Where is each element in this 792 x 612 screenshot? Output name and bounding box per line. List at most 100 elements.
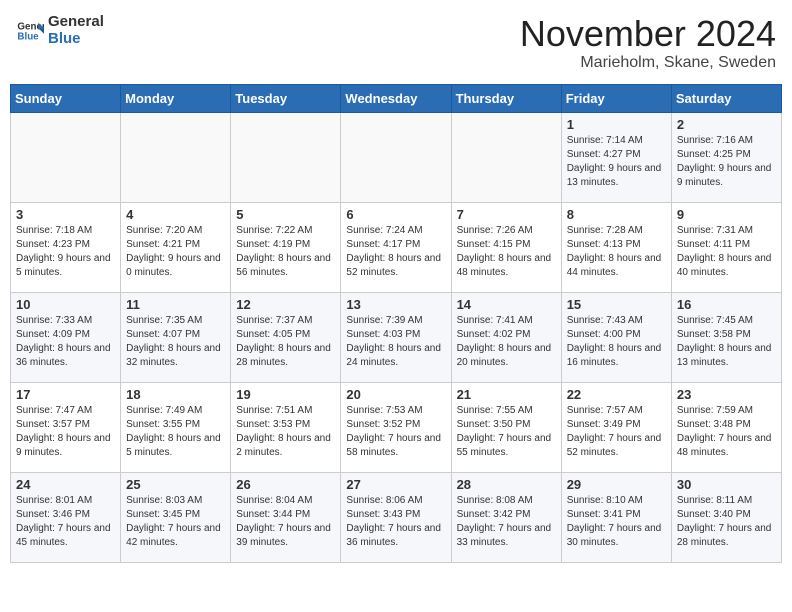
calendar-cell [231,112,341,202]
day-number: 16 [677,297,776,312]
weekday-header-wednesday: Wednesday [341,84,451,112]
day-number: 12 [236,297,335,312]
location-subtitle: Marieholm, Skane, Sweden [520,54,776,72]
day-info: Sunrise: 7:22 AMSunset: 4:19 PMDaylight:… [236,224,335,280]
logo: General Blue General Blue [16,14,104,47]
day-info: Sunrise: 7:51 AMSunset: 3:53 PMDaylight:… [236,404,335,460]
calendar-cell: 1 Sunrise: 7:14 AMSunset: 4:27 PMDaylight… [561,112,671,202]
day-info: Sunrise: 7:41 AMSunset: 4:02 PMDaylight:… [457,314,556,370]
day-info: Sunrise: 7:37 AMSunset: 4:05 PMDaylight:… [236,314,335,370]
calendar-cell: 19Sunrise: 7:51 AMSunset: 3:53 PMDayligh… [231,382,341,472]
day-number: 14 [457,297,556,312]
calendar-cell: 6 Sunrise: 7:24 AMSunset: 4:17 PMDaylight… [341,202,451,292]
weekday-header-sunday: Sunday [11,84,121,112]
day-info: Sunrise: 7:55 AMSunset: 3:50 PMDaylight:… [457,404,556,460]
calendar-cell: 28Sunrise: 8:08 AMSunset: 3:42 PMDayligh… [451,472,561,562]
calendar-cell: 7 Sunrise: 7:26 AMSunset: 4:15 PMDaylight… [451,202,561,292]
day-number: 7 [457,207,556,222]
day-info: Sunrise: 7:24 AMSunset: 4:17 PMDaylight:… [346,224,445,280]
calendar-cell: 29 Sunrise: 8:10 AMSunset: 3:41 PMDayligh… [561,472,671,562]
svg-text:Blue: Blue [17,31,39,42]
calendar-cell: 13Sunrise: 7:39 AMSunset: 4:03 PMDayligh… [341,292,451,382]
logo-line1: General [48,14,104,31]
calendar-week-4: 17Sunrise: 7:47 AMSunset: 3:57 PMDayligh… [11,382,782,472]
day-number: 2 [677,117,776,132]
calendar-cell: 27 Sunrise: 8:06 AMSunset: 3:43 PMDayligh… [341,472,451,562]
calendar-cell: 11Sunrise: 7:35 AMSunset: 4:07 PMDayligh… [121,292,231,382]
month-title: November 2024 [520,14,776,54]
calendar-cell [341,112,451,202]
day-number: 4 [126,207,225,222]
day-info: Sunrise: 7:31 AMSunset: 4:11 PMDaylight:… [677,224,776,280]
calendar-cell: 5 Sunrise: 7:22 AMSunset: 4:19 PMDaylight… [231,202,341,292]
day-number: 30 [677,477,776,492]
day-info: Sunrise: 7:47 AMSunset: 3:57 PMDaylight:… [16,404,115,460]
calendar-cell: 30 Sunrise: 8:11 AMSunset: 3:40 PMDayligh… [671,472,781,562]
day-number: 9 [677,207,776,222]
calendar-cell: 4 Sunrise: 7:20 AMSunset: 4:21 PMDaylight… [121,202,231,292]
day-info: Sunrise: 8:11 AMSunset: 3:40 PMDaylight:… [677,494,776,550]
day-info: Sunrise: 8:06 AMSunset: 3:43 PMDaylight:… [346,494,445,550]
calendar-cell: 2 Sunrise: 7:16 AMSunset: 4:25 PMDaylight… [671,112,781,202]
day-number: 3 [16,207,115,222]
day-number: 15 [567,297,666,312]
day-number: 24 [16,477,115,492]
day-info: Sunrise: 8:04 AMSunset: 3:44 PMDaylight:… [236,494,335,550]
calendar-cell: 3 Sunrise: 7:18 AMSunset: 4:23 PMDaylight… [11,202,121,292]
day-info: Sunrise: 7:14 AMSunset: 4:27 PMDaylight:… [567,134,666,190]
calendar-cell: 20Sunrise: 7:53 AMSunset: 3:52 PMDayligh… [341,382,451,472]
logo-line2: Blue [48,31,104,48]
calendar-cell: 9 Sunrise: 7:31 AMSunset: 4:11 PMDaylight… [671,202,781,292]
calendar-cell: 15 Sunrise: 7:43 AMSunset: 4:00 PMDayligh… [561,292,671,382]
weekday-header-friday: Friday [561,84,671,112]
day-info: Sunrise: 7:26 AMSunset: 4:15 PMDaylight:… [457,224,556,280]
day-info: Sunrise: 7:16 AMSunset: 4:25 PMDaylight:… [677,134,776,190]
calendar-cell [451,112,561,202]
day-number: 21 [457,387,556,402]
day-info: Sunrise: 7:45 AMSunset: 3:58 PMDaylight:… [677,314,776,370]
day-info: Sunrise: 7:18 AMSunset: 4:23 PMDaylight:… [16,224,115,280]
page-header: General Blue General Blue November 2024 … [10,10,782,76]
calendar-cell: 14 Sunrise: 7:41 AMSunset: 4:02 PMDayligh… [451,292,561,382]
calendar-body: 1 Sunrise: 7:14 AMSunset: 4:27 PMDaylight… [11,112,782,562]
weekday-header-tuesday: Tuesday [231,84,341,112]
calendar-cell: 21 Sunrise: 7:55 AMSunset: 3:50 PMDayligh… [451,382,561,472]
calendar-week-1: 1 Sunrise: 7:14 AMSunset: 4:27 PMDaylight… [11,112,782,202]
day-info: Sunrise: 7:20 AMSunset: 4:21 PMDaylight:… [126,224,225,280]
day-number: 10 [16,297,115,312]
calendar-table: SundayMondayTuesdayWednesdayThursdayFrid… [10,84,782,563]
day-number: 29 [567,477,666,492]
calendar-cell [11,112,121,202]
calendar-cell: 25Sunrise: 8:03 AMSunset: 3:45 PMDayligh… [121,472,231,562]
weekday-header-thursday: Thursday [451,84,561,112]
calendar-header: SundayMondayTuesdayWednesdayThursdayFrid… [11,84,782,112]
day-number: 6 [346,207,445,222]
calendar-cell: 10Sunrise: 7:33 AMSunset: 4:09 PMDayligh… [11,292,121,382]
calendar-cell: 16 Sunrise: 7:45 AMSunset: 3:58 PMDayligh… [671,292,781,382]
day-number: 1 [567,117,666,132]
day-info: Sunrise: 8:03 AMSunset: 3:45 PMDaylight:… [126,494,225,550]
day-number: 18 [126,387,225,402]
calendar-cell: 8 Sunrise: 7:28 AMSunset: 4:13 PMDaylight… [561,202,671,292]
day-number: 28 [457,477,556,492]
weekday-header-row: SundayMondayTuesdayWednesdayThursdayFrid… [11,84,782,112]
day-info: Sunrise: 7:35 AMSunset: 4:07 PMDaylight:… [126,314,225,370]
weekday-header-saturday: Saturday [671,84,781,112]
day-info: Sunrise: 7:28 AMSunset: 4:13 PMDaylight:… [567,224,666,280]
day-number: 5 [236,207,335,222]
calendar-week-3: 10Sunrise: 7:33 AMSunset: 4:09 PMDayligh… [11,292,782,382]
day-info: Sunrise: 8:10 AMSunset: 3:41 PMDaylight:… [567,494,666,550]
day-info: Sunrise: 7:43 AMSunset: 4:00 PMDaylight:… [567,314,666,370]
day-number: 8 [567,207,666,222]
calendar-cell: 23Sunrise: 7:59 AMSunset: 3:48 PMDayligh… [671,382,781,472]
day-info: Sunrise: 7:49 AMSunset: 3:55 PMDaylight:… [126,404,225,460]
calendar-cell: 12 Sunrise: 7:37 AMSunset: 4:05 PMDayligh… [231,292,341,382]
calendar-week-5: 24Sunrise: 8:01 AMSunset: 3:46 PMDayligh… [11,472,782,562]
calendar-cell: 24Sunrise: 8:01 AMSunset: 3:46 PMDayligh… [11,472,121,562]
weekday-header-monday: Monday [121,84,231,112]
calendar-cell: 22Sunrise: 7:57 AMSunset: 3:49 PMDayligh… [561,382,671,472]
day-number: 27 [346,477,445,492]
calendar-cell: 26Sunrise: 8:04 AMSunset: 3:44 PMDayligh… [231,472,341,562]
calendar-cell: 17Sunrise: 7:47 AMSunset: 3:57 PMDayligh… [11,382,121,472]
calendar-week-2: 3 Sunrise: 7:18 AMSunset: 4:23 PMDaylight… [11,202,782,292]
